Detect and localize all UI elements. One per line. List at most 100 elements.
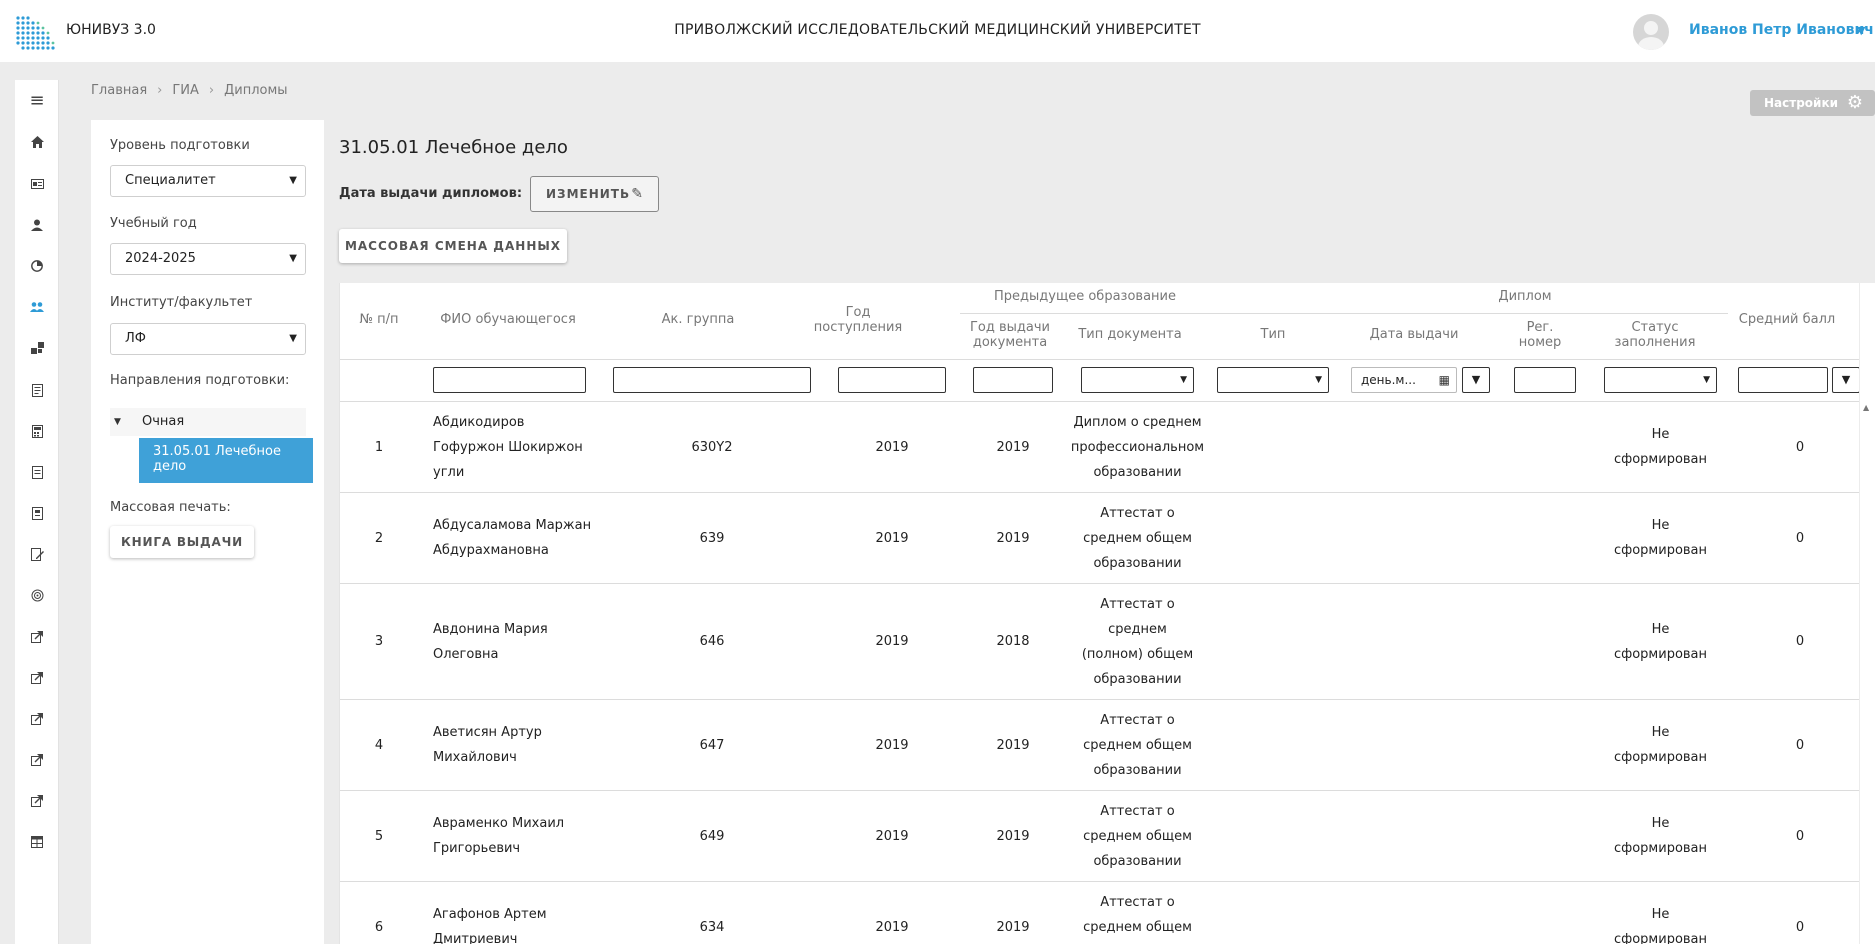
header-doc-year[interactable]: Год выдачи документа — [960, 320, 1060, 350]
doc-type-filter-select[interactable]: ▼ — [1081, 367, 1194, 393]
user-name[interactable]: Иванов Петр Иванович — [1689, 22, 1874, 38]
doc-year-filter-input[interactable] — [973, 367, 1053, 393]
cell-doc-type: Диплом о среднем профессиональном образова… — [1070, 414, 1205, 480]
cell-status: Не сформирован — [1613, 725, 1708, 765]
menu-icon[interactable]: ≡ — [15, 88, 59, 112]
calendar-icon[interactable]: ▦ — [1439, 368, 1450, 392]
external-link-icon[interactable] — [15, 625, 59, 649]
vertical-scrollbar[interactable]: ▲ — [1860, 283, 1875, 944]
scroll-up-icon[interactable]: ▲ — [1863, 403, 1869, 412]
pencil-icon: ✎ — [631, 186, 644, 202]
cell-group: 646 — [699, 634, 725, 649]
avg-filter-funnel-icon[interactable]: ▼ — [1832, 367, 1859, 393]
header-avg-score[interactable]: Средний балл — [1732, 312, 1842, 327]
type-filter-select[interactable]: ▼ — [1217, 367, 1329, 393]
table-row[interactable]: 2 Абдусаламова Маржан Абдурахмановна 639 … — [340, 492, 1859, 583]
blocks-icon[interactable] — [15, 336, 59, 360]
breadcrumb-gia[interactable]: ГИА — [172, 83, 199, 98]
table-row[interactable]: 4 Аветисян Артур Михайлович 647 2019 2019… — [340, 699, 1859, 790]
cell-enroll-year: 2019 — [875, 919, 909, 935]
cell-enroll-year: 2019 — [875, 439, 909, 455]
header-enroll-year[interactable]: Год поступления — [798, 305, 918, 335]
notebook-icon[interactable] — [15, 501, 59, 525]
pie-chart-icon[interactable] — [15, 254, 59, 278]
document-icon[interactable] — [15, 378, 59, 402]
level-select[interactable]: Специалитет ▼ — [110, 165, 306, 197]
header-doc-year-line1: Год выдачи — [969, 320, 1050, 335]
cell-fio: Абдусаламова Маржан Абдурахмановна — [433, 518, 592, 558]
cell-doc-type: Аттестат осреднем общемобразовании — [1083, 894, 1192, 935]
list-icon[interactable] — [15, 460, 59, 484]
id-card-icon[interactable] — [15, 172, 59, 196]
fingerprint-icon[interactable] — [15, 583, 59, 607]
top-bar: ЮНИВУЗ 3.0 ПРИВОЛЖСКИЙ ИССЛЕДОВАТЕЛЬСКИЙ… — [0, 0, 1875, 62]
external-link-icon[interactable] — [15, 789, 59, 813]
mass-change-button[interactable]: МАССОВАЯ СМЕНА ДАННЫХ — [339, 229, 567, 263]
year-select[interactable]: 2024-2025 ▼ — [110, 243, 306, 275]
table-icon[interactable] — [15, 830, 59, 854]
header-reg-line2: номер — [1518, 335, 1562, 350]
external-link-icon[interactable] — [15, 748, 59, 772]
cell-group: 639 — [699, 530, 725, 546]
change-date-button[interactable]: ИЗМЕНИТЬ ✎ — [530, 176, 659, 212]
header-bottom-divider — [340, 359, 1859, 360]
tree-node-label: Очная — [142, 414, 185, 429]
cell-doc-year: 2019 — [996, 439, 1030, 455]
table-row[interactable]: 3 Авдонина Мария Олеговна 646 2019 2018 А… — [340, 583, 1859, 699]
gear-icon: ⚙ — [1846, 92, 1863, 113]
header-status-line1: Статус — [1631, 320, 1679, 335]
cell-doc-type: Аттестат осреднем общемобразовании — [1083, 505, 1192, 571]
settings-button[interactable]: Настройки ⚙ — [1750, 90, 1875, 116]
cell-status: Не сформирован — [1613, 518, 1708, 558]
fio-filter-input[interactable] — [433, 367, 586, 393]
chevron-down-icon: ▼ — [289, 175, 297, 186]
cell-avg-score: 0 — [1795, 439, 1805, 455]
tree-node-ochnaya[interactable]: ▼ Очная — [110, 408, 306, 436]
breadcrumb-home[interactable]: Главная — [91, 83, 147, 98]
avatar[interactable] — [1633, 14, 1669, 50]
chevron-down-icon: ▼ — [1315, 375, 1322, 385]
tree-node-selected-direction[interactable]: 31.05.01 Лечебное дело — [139, 438, 313, 483]
table-row[interactable]: 6 Агафонов Артем Дмитриевич 634 2019 2019… — [340, 881, 1859, 944]
cell-fio: Абдикодиров Гофуржон Шокиржон угли — [433, 414, 583, 480]
header-num[interactable]: № п/п — [340, 312, 418, 327]
home-icon[interactable] — [15, 130, 59, 154]
calculator-icon[interactable] — [15, 419, 59, 443]
cell-fio: Аветисян Артур Михайлович — [433, 725, 542, 765]
reg-number-filter-input[interactable] — [1514, 367, 1576, 393]
external-link-icon[interactable] — [15, 666, 59, 690]
header-prev-education: Предыдущее образование — [994, 289, 1176, 304]
header-fio[interactable]: ФИО обучающегося — [418, 312, 598, 327]
person-icon[interactable] — [15, 213, 59, 237]
cell-fio: Агафонов Артем Дмитриевич — [433, 907, 547, 944]
header-reg-number[interactable]: Рег. номер — [1500, 320, 1580, 350]
change-label: ИЗМЕНИТЬ — [546, 187, 631, 201]
table-row[interactable]: 1 Абдикодиров Гофуржон Шокиржон угли 630Y2… — [340, 401, 1859, 492]
faculty-select[interactable]: ЛФ ▼ — [110, 323, 306, 355]
enroll-year-filter-input[interactable] — [838, 367, 946, 393]
cell-doc-year: 2019 — [996, 737, 1030, 753]
header-group[interactable]: Ак. группа — [598, 312, 798, 327]
filter-panel: Уровень подготовки Специалитет ▼ Учебный… — [91, 120, 324, 944]
edit-doc-icon[interactable] — [15, 542, 59, 566]
table-row[interactable]: 5 Авраменко Михаил Григорьевич 649 2019 2… — [340, 790, 1859, 881]
avg-score-filter-input[interactable] — [1738, 367, 1828, 393]
breadcrumb: Главная › ГИА › Дипломы — [91, 83, 288, 98]
issue-date-filter-input[interactable]: день.м... ▦ — [1351, 367, 1457, 393]
year-value: 2024-2025 — [125, 251, 196, 266]
date-filter-funnel-icon[interactable]: ▼ — [1462, 367, 1490, 393]
chevron-down-icon[interactable]: ▼ — [1857, 24, 1865, 37]
settings-label: Настройки — [1764, 96, 1839, 110]
cell-doc-type: Аттестат о среднем (полном) общем образован… — [1081, 596, 1194, 687]
header-type[interactable]: Тип — [1208, 327, 1338, 342]
group-icon[interactable] — [15, 295, 59, 319]
issue-book-button[interactable]: КНИГА ВЫДАЧИ — [110, 526, 254, 558]
triangle-down-icon[interactable]: ▼ — [114, 408, 121, 436]
header-issue-date[interactable]: Дата выдачи — [1348, 327, 1480, 342]
header-doc-year-line2: документа — [972, 335, 1048, 350]
group-filter-input[interactable] — [613, 367, 811, 393]
status-filter-select[interactable]: ▼ — [1604, 367, 1717, 393]
external-link-icon[interactable] — [15, 707, 59, 731]
header-status[interactable]: Статус заполнения — [1590, 320, 1720, 350]
header-doc-type[interactable]: Тип документа — [1070, 327, 1190, 342]
